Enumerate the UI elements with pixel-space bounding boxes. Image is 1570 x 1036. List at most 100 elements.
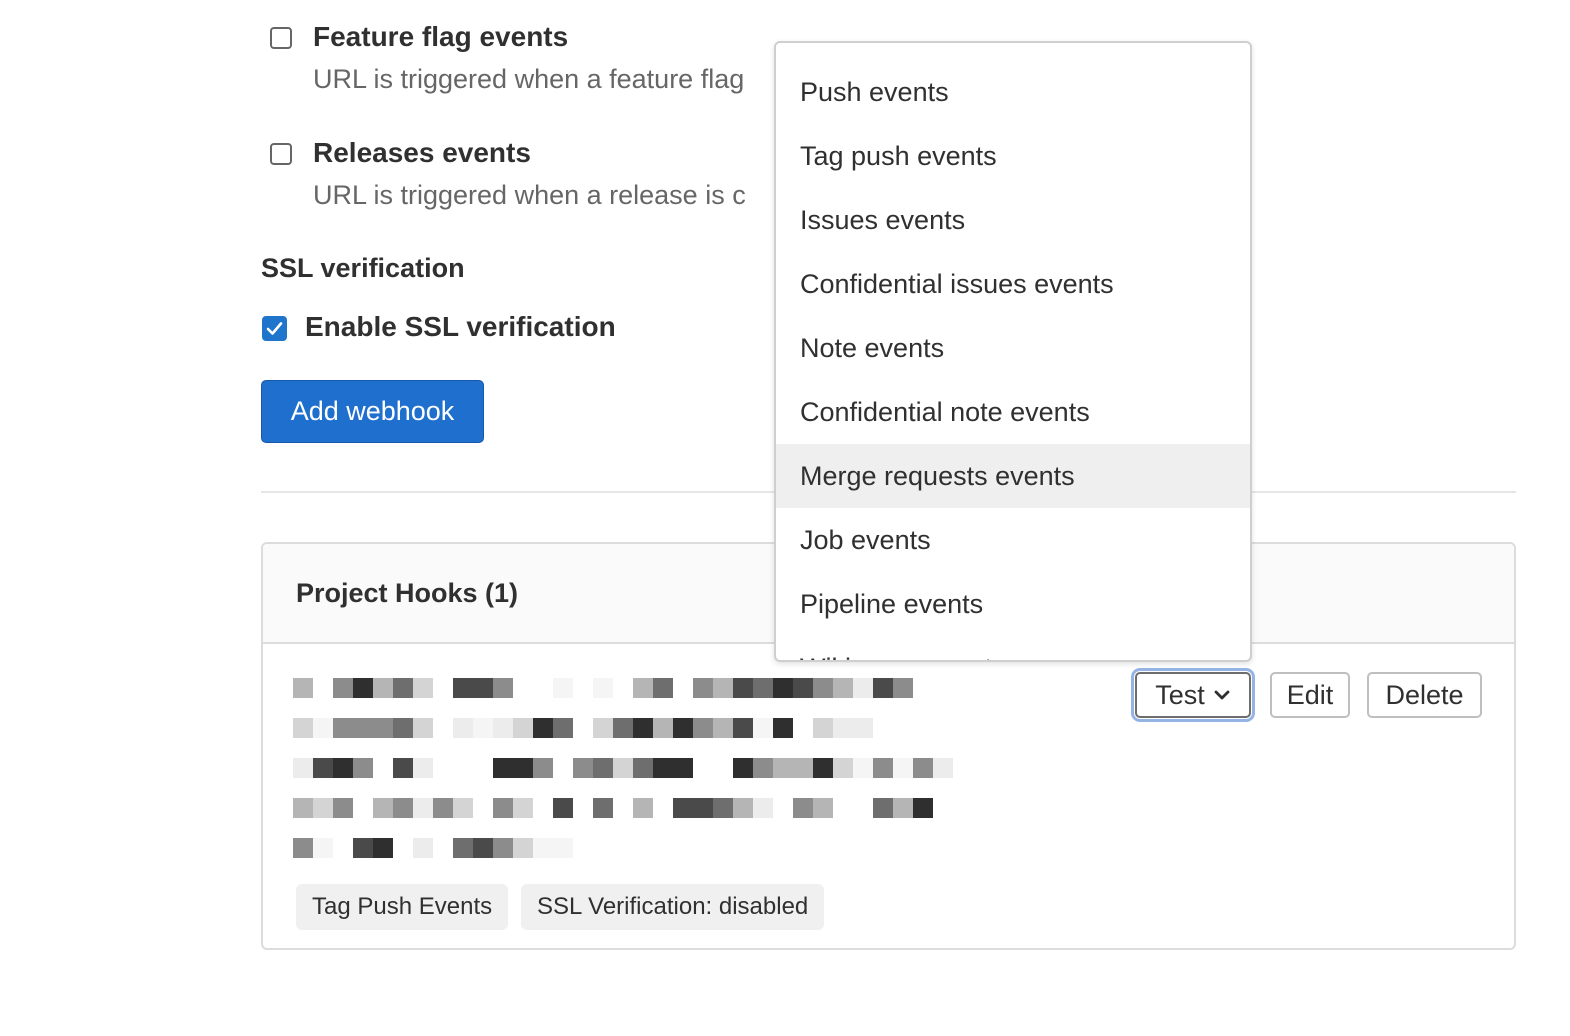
redaction-pixel <box>733 758 753 778</box>
redaction-pixel <box>313 718 333 738</box>
redaction-pixel <box>653 758 673 778</box>
menu-item-pipeline-events[interactable]: Pipeline events <box>776 572 1250 636</box>
redaction-pixel <box>673 798 693 818</box>
menu-item-note-events[interactable]: Note events <box>776 316 1250 380</box>
test-button-label: Test <box>1155 679 1205 710</box>
redaction-pixel <box>693 718 713 738</box>
feature-flag-events-description: URL is triggered when a feature flag <box>313 64 745 94</box>
redaction-pixel <box>853 758 873 778</box>
redaction-pixel <box>633 678 653 698</box>
redaction-pixel <box>493 838 513 858</box>
redaction-pixel <box>513 758 533 778</box>
redaction-pixel <box>733 718 753 738</box>
redaction-pixel <box>333 798 353 818</box>
redaction-pixel <box>813 718 833 738</box>
feature-flag-events-title: Feature flag events <box>313 21 569 52</box>
test-dropdown-button[interactable]: Test <box>1135 672 1251 718</box>
redaction-pixel <box>293 838 313 858</box>
redaction-pixel <box>513 838 533 858</box>
redaction-pixel <box>793 758 813 778</box>
redaction-pixel <box>713 678 733 698</box>
redaction-pixel <box>433 798 453 818</box>
redaction-pixel <box>353 758 373 778</box>
redaction-pixel <box>833 758 853 778</box>
redaction-pixel <box>753 678 773 698</box>
redaction-pixel <box>293 678 313 698</box>
add-webhook-button[interactable]: Add webhook <box>261 380 484 443</box>
redaction-pixel <box>313 798 333 818</box>
redaction-pixel <box>933 758 953 778</box>
redaction-pixel <box>893 678 913 698</box>
redaction-pixel <box>373 798 393 818</box>
redaction-pixel <box>353 678 373 698</box>
redaction-pixel <box>633 758 653 778</box>
redaction-pixel <box>653 678 673 698</box>
enable-ssl-label: Enable SSL verification <box>305 311 616 342</box>
delete-hook-button[interactable]: Delete <box>1367 672 1482 718</box>
redaction-pixel <box>493 798 513 818</box>
redaction-pixel <box>813 678 833 698</box>
redaction-pixel <box>813 758 833 778</box>
redaction-pixel <box>293 798 313 818</box>
redaction-pixel <box>853 718 873 738</box>
redaction-pixel <box>693 678 713 698</box>
redaction-pixel <box>913 798 933 818</box>
menu-item-confidential-note-events[interactable]: Confidential note events <box>776 380 1250 444</box>
redaction-pixel <box>393 718 413 738</box>
redaction-pixel <box>553 798 573 818</box>
redaction-pixel <box>533 718 553 738</box>
redaction-pixel <box>393 758 413 778</box>
redaction-pixel <box>473 838 493 858</box>
redaction-pixel <box>453 838 473 858</box>
redaction-pixel <box>353 718 373 738</box>
redaction-pixel <box>773 718 793 738</box>
redaction-pixel <box>553 678 573 698</box>
menu-item-confidential-issues-events[interactable]: Confidential issues events <box>776 252 1250 316</box>
redaction-pixel <box>773 678 793 698</box>
redaction-pixel <box>533 758 553 778</box>
redaction-pixel <box>713 718 733 738</box>
redaction-pixel <box>733 798 753 818</box>
redaction-pixel <box>293 718 313 738</box>
redaction-pixel <box>533 838 553 858</box>
feature-flag-events-checkbox[interactable] <box>270 27 292 49</box>
redaction-pixel <box>413 678 433 698</box>
redaction-pixel <box>633 798 653 818</box>
redaction-pixel <box>493 718 513 738</box>
menu-item-issues-events[interactable]: Issues events <box>776 188 1250 252</box>
redaction-pixel <box>893 798 913 818</box>
redaction-pixel <box>833 678 853 698</box>
redaction-pixel <box>793 798 813 818</box>
redaction-pixel <box>393 678 413 698</box>
redaction-pixel <box>753 718 773 738</box>
redaction-pixel <box>873 798 893 818</box>
menu-item-push-events[interactable]: Push events <box>776 60 1250 124</box>
checkmark-icon <box>266 322 283 335</box>
redaction-pixel <box>313 838 333 858</box>
redaction-pixel <box>773 758 793 778</box>
enable-ssl-checkbox[interactable] <box>262 316 287 341</box>
redaction-pixel <box>413 758 433 778</box>
redaction-pixel <box>593 758 613 778</box>
redaction-pixel <box>813 798 833 818</box>
tag-push-events-badge: Tag Push Events <box>296 884 509 930</box>
menu-item-wiki-page-events[interactable]: Wiki page events <box>776 636 1250 661</box>
redaction-pixel <box>753 758 773 778</box>
test-events-dropdown: Push events Tag push events Issues event… <box>774 41 1252 662</box>
redaction-pixel <box>453 678 473 698</box>
redaction-pixel <box>713 798 733 818</box>
redaction-pixel <box>293 758 313 778</box>
redaction-pixel <box>573 758 593 778</box>
releases-events-checkbox[interactable] <box>270 143 292 165</box>
redaction-pixel <box>513 798 533 818</box>
redaction-pixel <box>673 758 693 778</box>
redaction-pixel <box>453 718 473 738</box>
menu-item-merge-requests-events[interactable]: Merge requests events <box>776 444 1250 508</box>
menu-item-job-events[interactable]: Job events <box>776 508 1250 572</box>
redaction-pixel <box>893 758 913 778</box>
redaction-pixel <box>413 798 433 818</box>
redaction-pixel <box>593 678 613 698</box>
menu-item-tag-push-events[interactable]: Tag push events <box>776 124 1250 188</box>
edit-hook-button[interactable]: Edit <box>1270 672 1350 718</box>
redaction-pixel <box>333 758 353 778</box>
